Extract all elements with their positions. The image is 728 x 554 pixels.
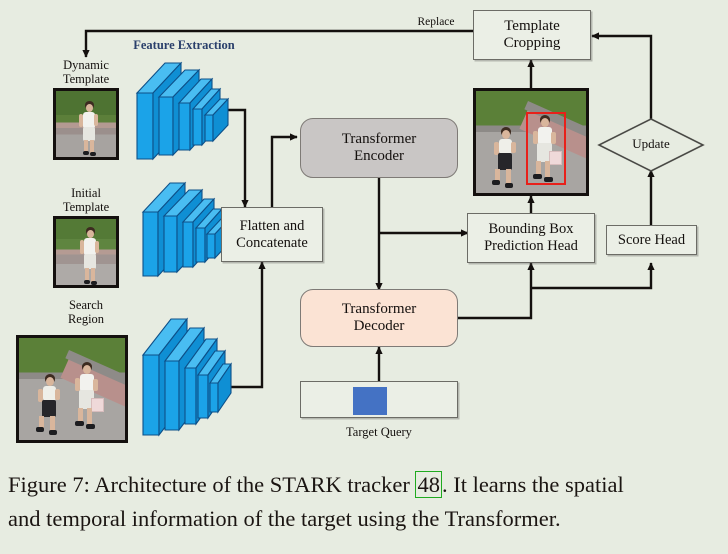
backbone-search-region <box>141 317 232 437</box>
target-query-label: Target Query <box>346 425 412 439</box>
replace-label: Replace <box>417 16 455 28</box>
figure-architecture-diagram: Feature Extraction Replace Dynamic Templ… <box>0 0 728 460</box>
update-label: Update <box>632 136 670 151</box>
score-head-node[interactable]: Score Head <box>606 225 697 255</box>
transformer-encoder-node[interactable]: Transformer Encoder <box>300 118 458 178</box>
target-query-strip[interactable] <box>300 381 458 418</box>
flatten-concatenate-node[interactable]: Flatten and Concatenate <box>221 207 323 262</box>
caption-citation-link[interactable]: 48 <box>415 471 442 498</box>
caption-line2: and temporal information of the target u… <box>8 506 561 531</box>
initial-template-image <box>53 216 119 288</box>
template-cropping-node[interactable]: Template Cropping <box>473 10 591 60</box>
backbone-dynamic-template <box>135 61 229 161</box>
backbone-initial-template <box>141 181 230 278</box>
transformer-decoder-node[interactable]: Transformer Decoder <box>300 289 458 347</box>
predicted-bounding-box <box>526 112 566 185</box>
caption-line1-part2: . It learns the spatial <box>441 472 624 497</box>
dynamic-template-image <box>53 88 119 160</box>
feature-extraction-label: Feature Extraction <box>133 38 235 52</box>
initial-template-label: Initial Template <box>62 186 110 214</box>
search-region-image <box>16 335 128 443</box>
caption-line1-part1: Figure 7: Architecture of the STARK trac… <box>8 472 416 497</box>
dynamic-template-label: Dynamic Template <box>62 58 110 86</box>
target-query-token <box>353 387 387 415</box>
search-region-label: Search Region <box>67 298 105 326</box>
figure-caption: Figure 7: Architecture of the STARK trac… <box>0 460 728 554</box>
tracking-result-image <box>473 88 589 196</box>
bounding-box-prediction-head-node[interactable]: Bounding Box Prediction Head <box>467 213 595 263</box>
